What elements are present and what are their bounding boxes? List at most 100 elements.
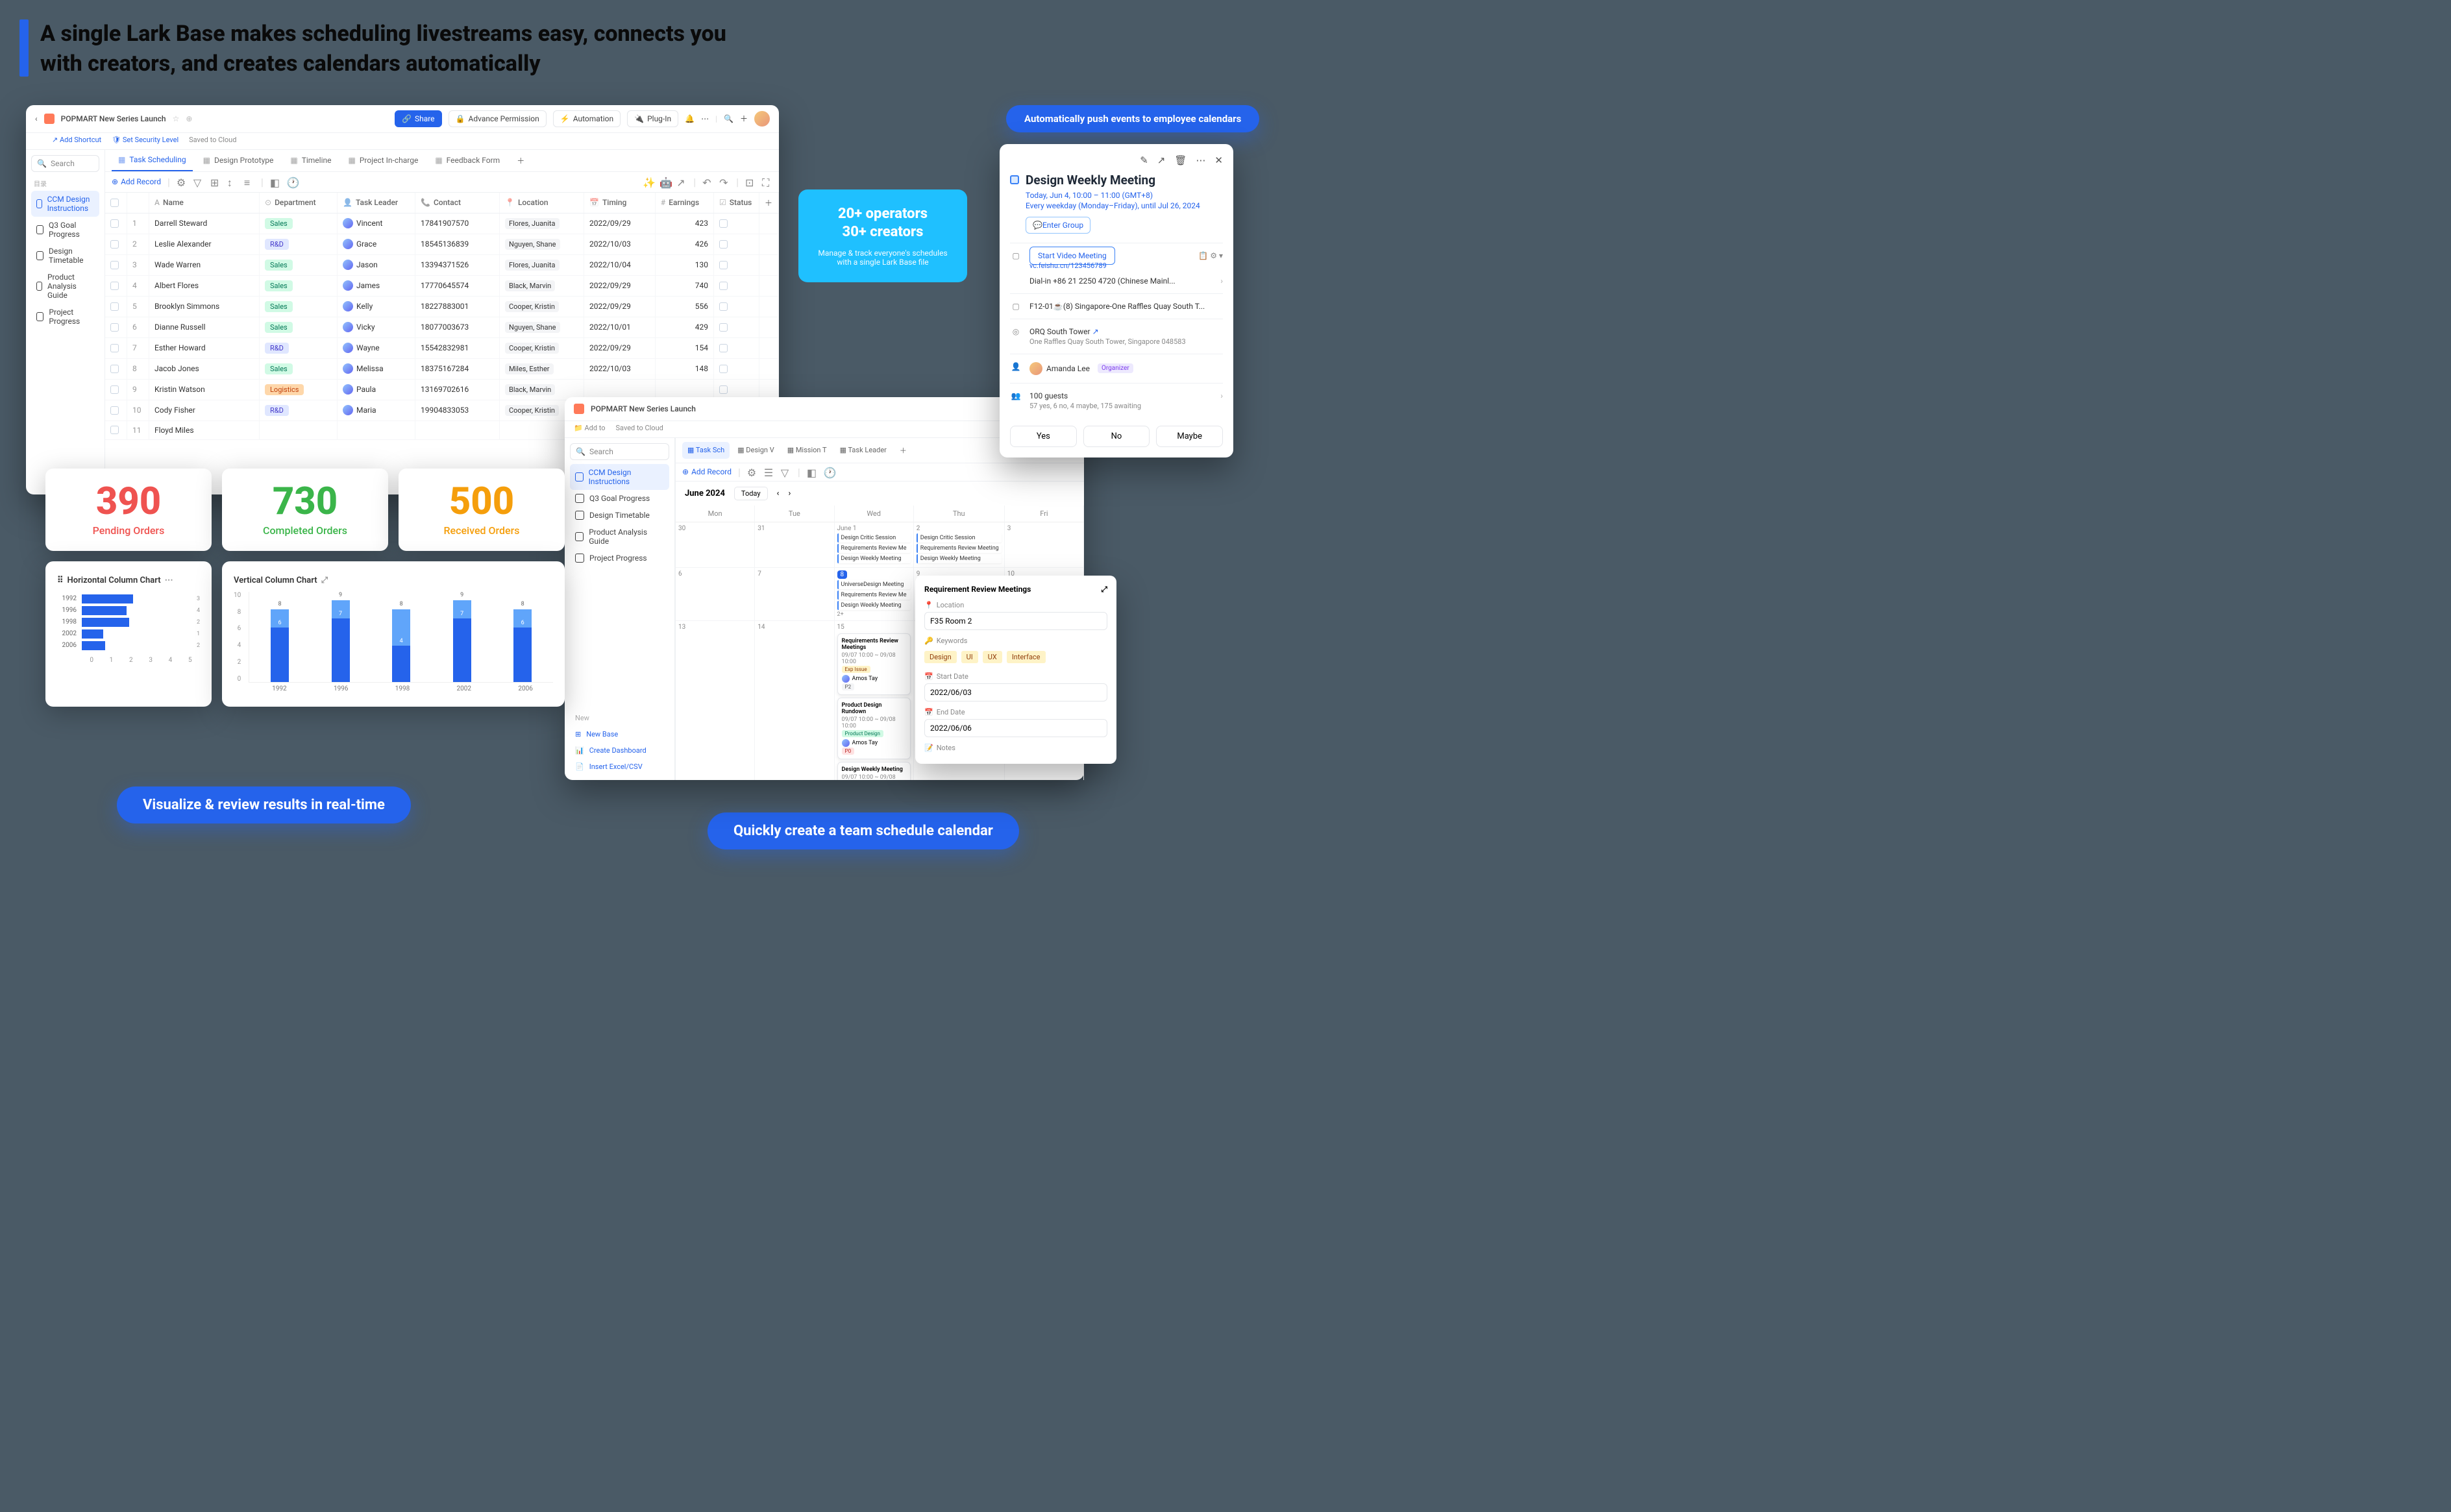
cal-cell[interactable]: 2Design Critic SessionRequirements Revie… — [914, 522, 1005, 568]
cal-cell[interactable]: 3 — [1005, 522, 1084, 568]
tab[interactable]: ▦Timeline — [284, 150, 338, 171]
filter2-b[interactable]: ▽ — [781, 467, 791, 477]
table-row[interactable]: 3Wade WarrenSalesJason13394371526Flores,… — [105, 255, 779, 276]
star-icon[interactable]: ☆ — [173, 114, 180, 123]
settings-icon[interactable]: ⊡ — [745, 177, 756, 187]
more-icon[interactable]: ⋯ — [701, 114, 709, 123]
new-base-button[interactable]: ⊞ New Base — [570, 726, 689, 742]
tab[interactable]: ▦Project In-charge — [342, 150, 425, 171]
today-button[interactable]: Today — [734, 487, 768, 500]
share-icon[interactable]: ↗ — [676, 177, 687, 187]
table-row[interactable]: 7Esther HowardR&DWayne15542832981Cooper,… — [105, 338, 779, 359]
back-icon[interactable]: ‹ — [35, 114, 38, 123]
user-avatar[interactable] — [754, 111, 770, 127]
external-icon[interactable]: ↗ — [1092, 327, 1099, 336]
share-button[interactable]: 🔗 Share — [395, 110, 442, 127]
more-c-icon[interactable]: ⋯ — [1196, 154, 1205, 166]
sidebar-item-b[interactable]: Q3 Goal Progress — [570, 490, 669, 507]
rsvp-no[interactable]: No — [1083, 426, 1150, 447]
bell-icon[interactable]: 🔔 — [685, 114, 695, 123]
column-header[interactable]: ＋ — [759, 193, 779, 213]
keyword-tag[interactable]: Design — [924, 651, 957, 663]
security-level-link[interactable]: 🛡 Set Security Level — [112, 136, 179, 144]
automation-button[interactable]: ⚡ Automation — [553, 110, 621, 127]
cal-tab[interactable]: ▦ Task Sch — [682, 442, 730, 459]
end-field[interactable]: 2022/06/06 — [924, 719, 1107, 737]
table-row[interactable]: 8Jacob JonesSalesMelissa18375167284Miles… — [105, 359, 779, 380]
palette-b[interactable]: ◧ — [807, 467, 817, 477]
doc-more-icon[interactable]: ⊕ — [186, 114, 192, 123]
sidebar-item[interactable]: Product Analysis Guide — [31, 269, 99, 304]
keyword-tag[interactable]: UX — [983, 651, 1002, 663]
search-input[interactable]: 🔍 Search — [31, 155, 99, 172]
sort-icon[interactable]: ↕ — [227, 177, 238, 187]
enter-group-button[interactable]: 💬 Enter Group — [1026, 217, 1090, 234]
add-record-button[interactable]: ⊕ Add Record — [112, 177, 161, 186]
table-row[interactable]: 6Dianne RussellSalesVicky18077003673Nguy… — [105, 317, 779, 338]
delete-icon[interactable]: 🗑 — [1174, 154, 1187, 166]
filter-icon[interactable]: ▽ — [193, 177, 204, 187]
column-header[interactable]: 📞 Contact — [415, 193, 500, 213]
redo-icon[interactable]: ↷ — [719, 177, 730, 187]
column-header[interactable]: A Name — [149, 193, 260, 213]
next-icon[interactable]: › — [788, 489, 791, 498]
table-row[interactable]: 1Darrell StewardSalesVincent17841907570F… — [105, 213, 779, 234]
table-row[interactable]: 2Leslie AlexanderR&DGrace18545136839Nguy… — [105, 234, 779, 255]
search-input-b[interactable]: 🔍 Search — [570, 443, 669, 460]
column-header[interactable]: ⊙ Department — [260, 193, 338, 213]
add-to-link[interactable]: 📁 Add to — [574, 424, 606, 432]
close-icon[interactable]: ✕ — [1214, 154, 1223, 166]
sidebar-item[interactable]: Design Timetable — [31, 243, 99, 269]
cal-cell[interactable]: 15Requirements Review Meetings09/07 10:0… — [835, 621, 914, 780]
sparkle-icon[interactable]: ✨ — [643, 177, 653, 187]
sidebar-item-b[interactable]: CCM Design Instructions — [570, 464, 669, 490]
palette-icon[interactable]: ◧ — [270, 177, 280, 187]
create-dashboard-button[interactable]: 📊 Create Dashboard — [570, 742, 689, 759]
edit-icon[interactable]: ✎ — [1140, 154, 1148, 166]
table-row[interactable]: 4Albert FloresSalesJames17770645574Black… — [105, 276, 779, 297]
tab[interactable]: ▦Task Scheduling — [112, 150, 193, 171]
insert-csv-button[interactable]: 📄 Insert Excel/CSV — [570, 759, 689, 775]
column-header[interactable] — [127, 193, 149, 213]
sidebar-item-b[interactable]: Design Timetable — [570, 507, 669, 524]
undo-icon[interactable]: ↶ — [702, 177, 713, 187]
cal-cell[interactable]: 14 — [755, 621, 834, 780]
column-header[interactable]: 📅 Timing — [584, 193, 656, 213]
dial-in[interactable]: Dial-in +86 21 2250 4720 (Chinese Mainl.… — [1029, 276, 1223, 286]
keyword-tag[interactable]: Interface — [1007, 651, 1046, 663]
cal-cell[interactable]: 6 — [676, 568, 755, 621]
cal-tab-add[interactable]: ＋ — [894, 442, 912, 459]
advance-perm-button[interactable]: 🔒 Advance Permission — [449, 110, 547, 127]
chart-expand-icon[interactable]: ⤢ — [321, 576, 328, 585]
guests[interactable]: 100 guests — [1029, 391, 1068, 400]
keyword-tag[interactable]: UI — [961, 651, 978, 663]
chart-more-icon[interactable]: ⋯ — [165, 576, 173, 585]
cal-cell[interactable]: June 1Design Critic SessionRequirements … — [835, 522, 914, 568]
search-icon[interactable]: 🔍 — [724, 114, 733, 123]
gear-b[interactable]: ⚙ — [747, 467, 757, 477]
add-tab[interactable]: ＋ — [510, 150, 531, 171]
share-c-icon[interactable]: ↗ — [1157, 154, 1166, 166]
vc-link[interactable]: vc.feishu.cn/123456789 — [1029, 262, 1223, 270]
add-record-b[interactable]: ⊕ Add Record — [682, 467, 732, 476]
sidebar-item-b[interactable]: Product Analysis Guide — [570, 524, 669, 550]
cal-tab[interactable]: ▦ Task Leader — [835, 442, 892, 459]
start-field[interactable]: 2022/06/03 — [924, 683, 1107, 701]
tab[interactable]: ▦Feedback Form — [428, 150, 506, 171]
rsvp-yes[interactable]: Yes — [1010, 426, 1077, 447]
cal-tab[interactable]: ▦ Design V — [732, 442, 780, 459]
column-header[interactable] — [105, 193, 127, 213]
sidebar-item-b[interactable]: Project Progress — [570, 550, 669, 567]
cal-cell[interactable]: 30 — [676, 522, 755, 568]
gear-icon[interactable]: ⚙ — [177, 177, 187, 187]
add-shortcut-link[interactable]: ↗ Add Shortcut — [52, 136, 101, 144]
cal-cell[interactable]: 8UniverseDesign MeetingRequirements Revi… — [835, 568, 914, 621]
robot-icon[interactable]: 🤖 — [659, 177, 670, 187]
column-header[interactable]: 👤 Task Leader — [338, 193, 415, 213]
expand-icon[interactable]: ⛶ — [762, 177, 772, 187]
table-row[interactable]: 5Brooklyn SimmonsSalesKelly18227883001Co… — [105, 297, 779, 317]
sidebar-item[interactable]: Project Progress — [31, 304, 99, 330]
column-header[interactable]: 📍 Location — [500, 193, 584, 213]
group-icon[interactable]: ⊞ — [210, 177, 221, 187]
column-header[interactable]: # Earnings — [656, 193, 714, 213]
